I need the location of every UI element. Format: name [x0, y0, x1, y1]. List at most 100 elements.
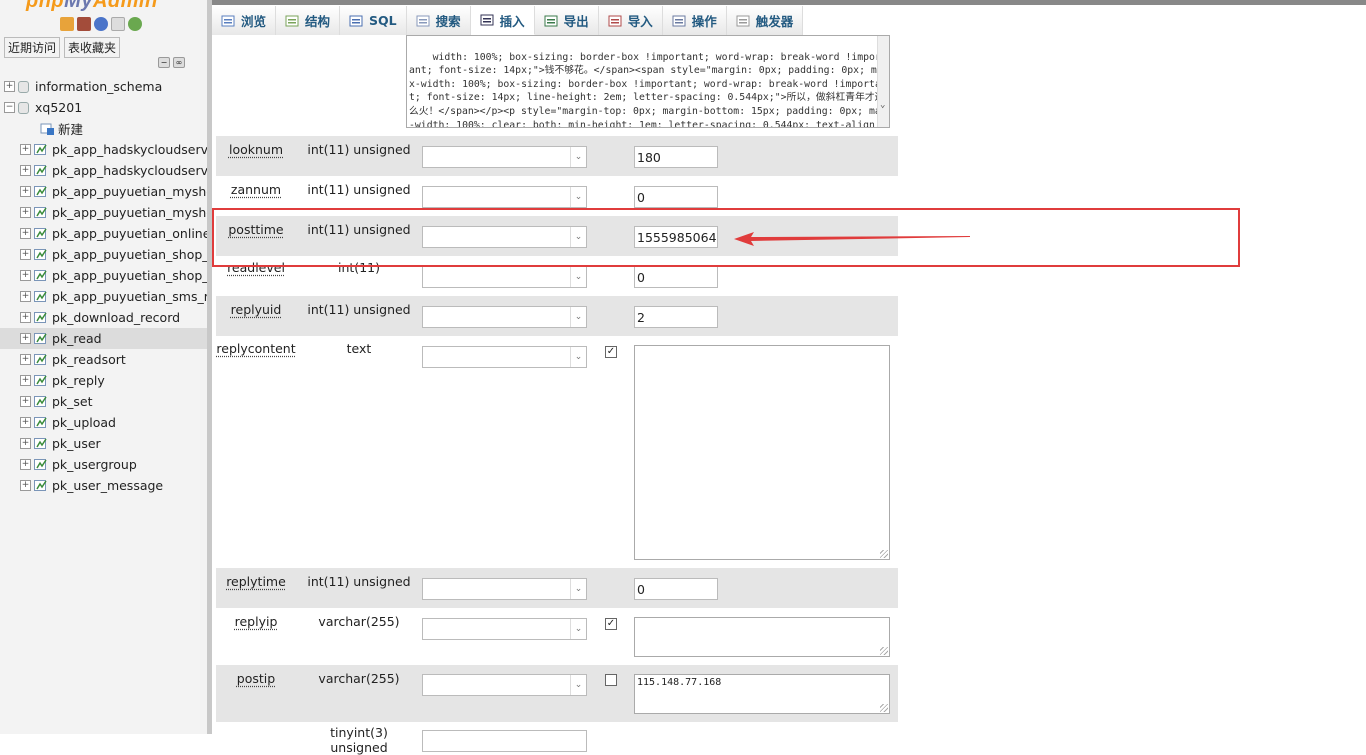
expand-icon[interactable]: +: [20, 438, 31, 449]
tree-table-item[interactable]: + pk_app_hadskycloudserver_: [0, 160, 210, 181]
nav-tabs: 近期访问 表收藏夹: [4, 37, 121, 58]
expand-icon[interactable]: +: [20, 459, 31, 470]
favorites-tab[interactable]: 表收藏夹: [64, 37, 121, 58]
tree-table-item[interactable]: + pk_user_message: [0, 475, 210, 496]
content-textarea[interactable]: width: 100%; box-sizing: border-box !imp…: [406, 35, 890, 128]
table-label: pk_upload: [52, 415, 116, 430]
function-select[interactable]: ⌄: [422, 306, 587, 328]
tree-table-item[interactable]: + pk_app_hadskycloudserver_: [0, 139, 210, 160]
tree-table-item[interactable]: + pk_download_record: [0, 307, 210, 328]
expand-icon[interactable]: +: [20, 312, 31, 323]
tree-db-xq5201[interactable]: − xq5201: [0, 97, 210, 118]
link-icon[interactable]: ∞: [173, 57, 185, 68]
tree-new-table[interactable]: 新建: [0, 118, 210, 139]
expand-icon[interactable]: +: [20, 396, 31, 407]
tree-db-information-schema[interactable]: + information_schema: [0, 76, 210, 97]
insert-icon: [480, 14, 494, 26]
tree-table-item[interactable]: + pk_usergroup: [0, 454, 210, 475]
resize-grip-icon[interactable]: [880, 704, 888, 712]
expand-icon[interactable]: +: [20, 270, 31, 281]
table-label: pk_app_hadskycloudserver_: [52, 163, 210, 178]
docs-icon[interactable]: [111, 17, 125, 31]
tab-insert[interactable]: 插入: [470, 6, 535, 35]
table-icon: [34, 459, 47, 470]
resize-grip-icon[interactable]: [880, 550, 888, 558]
function-select[interactable]: ⌄: [422, 346, 587, 368]
function-select[interactable]: ⌄: [422, 226, 587, 248]
value-textarea[interactable]: 115.148.77.168: [634, 674, 890, 714]
function-select[interactable]: ⌄: [422, 618, 587, 640]
logout-icon[interactable]: [77, 17, 91, 31]
expand-icon[interactable]: +: [20, 291, 31, 302]
textarea-scrollbar[interactable]: ⌄: [877, 36, 889, 127]
value-input[interactable]: 180: [634, 146, 718, 168]
tree-table-item[interactable]: + pk_read: [0, 328, 210, 349]
value-input[interactable]: 0: [634, 186, 718, 208]
expand-icon[interactable]: +: [20, 228, 31, 239]
tree-table-item[interactable]: + pk_app_puyuetian_shop_orc: [0, 265, 210, 286]
recent-tab[interactable]: 近期访问: [4, 37, 61, 58]
function-select[interactable]: [422, 730, 587, 752]
expand-icon[interactable]: +: [20, 354, 31, 365]
expand-icon[interactable]: +: [20, 144, 31, 155]
home-icon[interactable]: [60, 17, 74, 31]
table-icon: [34, 480, 47, 491]
value-textarea[interactable]: [634, 345, 890, 560]
search-icon: [416, 15, 430, 26]
tree-table-item[interactable]: + pk_app_puyuetian_onlineus: [0, 223, 210, 244]
tab-sql[interactable]: SQL: [340, 6, 407, 35]
null-checkbox[interactable]: [605, 674, 617, 686]
import-icon: [608, 15, 622, 26]
expand-icon[interactable]: +: [20, 375, 31, 386]
tree-table-item[interactable]: + pk_reply: [0, 370, 210, 391]
chevron-down-icon: ⌄: [570, 187, 586, 207]
collapse-all-icon[interactable]: −: [158, 57, 170, 68]
expand-icon[interactable]: +: [4, 81, 15, 92]
structure-icon: [285, 15, 299, 26]
function-select[interactable]: ⌄: [422, 186, 587, 208]
tab-browse[interactable]: 浏览: [212, 6, 277, 35]
expand-icon[interactable]: +: [20, 165, 31, 176]
tab-structure[interactable]: 结构: [276, 6, 341, 35]
function-select[interactable]: ⌄: [422, 266, 587, 288]
tab-operations[interactable]: 操作: [662, 6, 727, 35]
value-input[interactable]: 0: [634, 578, 718, 600]
tab-export[interactable]: 导出: [534, 6, 599, 35]
collapse-icon[interactable]: −: [4, 102, 15, 113]
function-select[interactable]: ⌄: [422, 674, 587, 696]
expand-icon[interactable]: +: [20, 333, 31, 344]
tree-table-item[interactable]: + pk_app_puyuetian_shop_go: [0, 244, 210, 265]
tab-import[interactable]: 导入: [598, 6, 663, 35]
expand-icon[interactable]: +: [20, 186, 31, 197]
null-checkbox[interactable]: ✓: [605, 346, 617, 358]
expand-icon[interactable]: +: [20, 249, 31, 260]
null-checkbox[interactable]: ✓: [605, 618, 617, 630]
tree-table-item[interactable]: + pk_app_puyuetian_myshop_: [0, 181, 210, 202]
field-name: looknum: [228, 142, 284, 157]
help-icon[interactable]: [94, 17, 108, 31]
tree-table-item[interactable]: + pk_upload: [0, 412, 210, 433]
tree-table-item[interactable]: + pk_app_puyuetian_myshop_: [0, 202, 210, 223]
tree-table-item[interactable]: + pk_set: [0, 391, 210, 412]
value-input[interactable]: 1555985064: [634, 226, 718, 248]
tab-label: 浏览: [241, 14, 267, 29]
expand-icon[interactable]: +: [20, 480, 31, 491]
phpmyadmin-logo[interactable]: phpMyAdmin: [26, 0, 158, 13]
value-input[interactable]: 0: [634, 266, 718, 288]
tab-triggers[interactable]: 触发器: [726, 6, 804, 35]
expand-icon[interactable]: +: [20, 417, 31, 428]
tab-label: 操作: [691, 14, 717, 29]
function-select[interactable]: ⌄: [422, 578, 587, 600]
tree-table-item[interactable]: + pk_app_puyuetian_sms_reco: [0, 286, 210, 307]
function-select[interactable]: ⌄: [422, 146, 587, 168]
field-name: posttime: [228, 222, 284, 237]
tab-search[interactable]: 搜索: [406, 6, 471, 35]
resize-grip-icon[interactable]: [880, 647, 888, 655]
tree-table-item[interactable]: + pk_readsort: [0, 349, 210, 370]
value-textarea[interactable]: [634, 617, 890, 657]
settings-icon[interactable]: [128, 17, 142, 31]
field-name: readlevel: [227, 260, 285, 275]
tree-table-item[interactable]: + pk_user: [0, 433, 210, 454]
value-input[interactable]: 2: [634, 306, 718, 328]
expand-icon[interactable]: +: [20, 207, 31, 218]
